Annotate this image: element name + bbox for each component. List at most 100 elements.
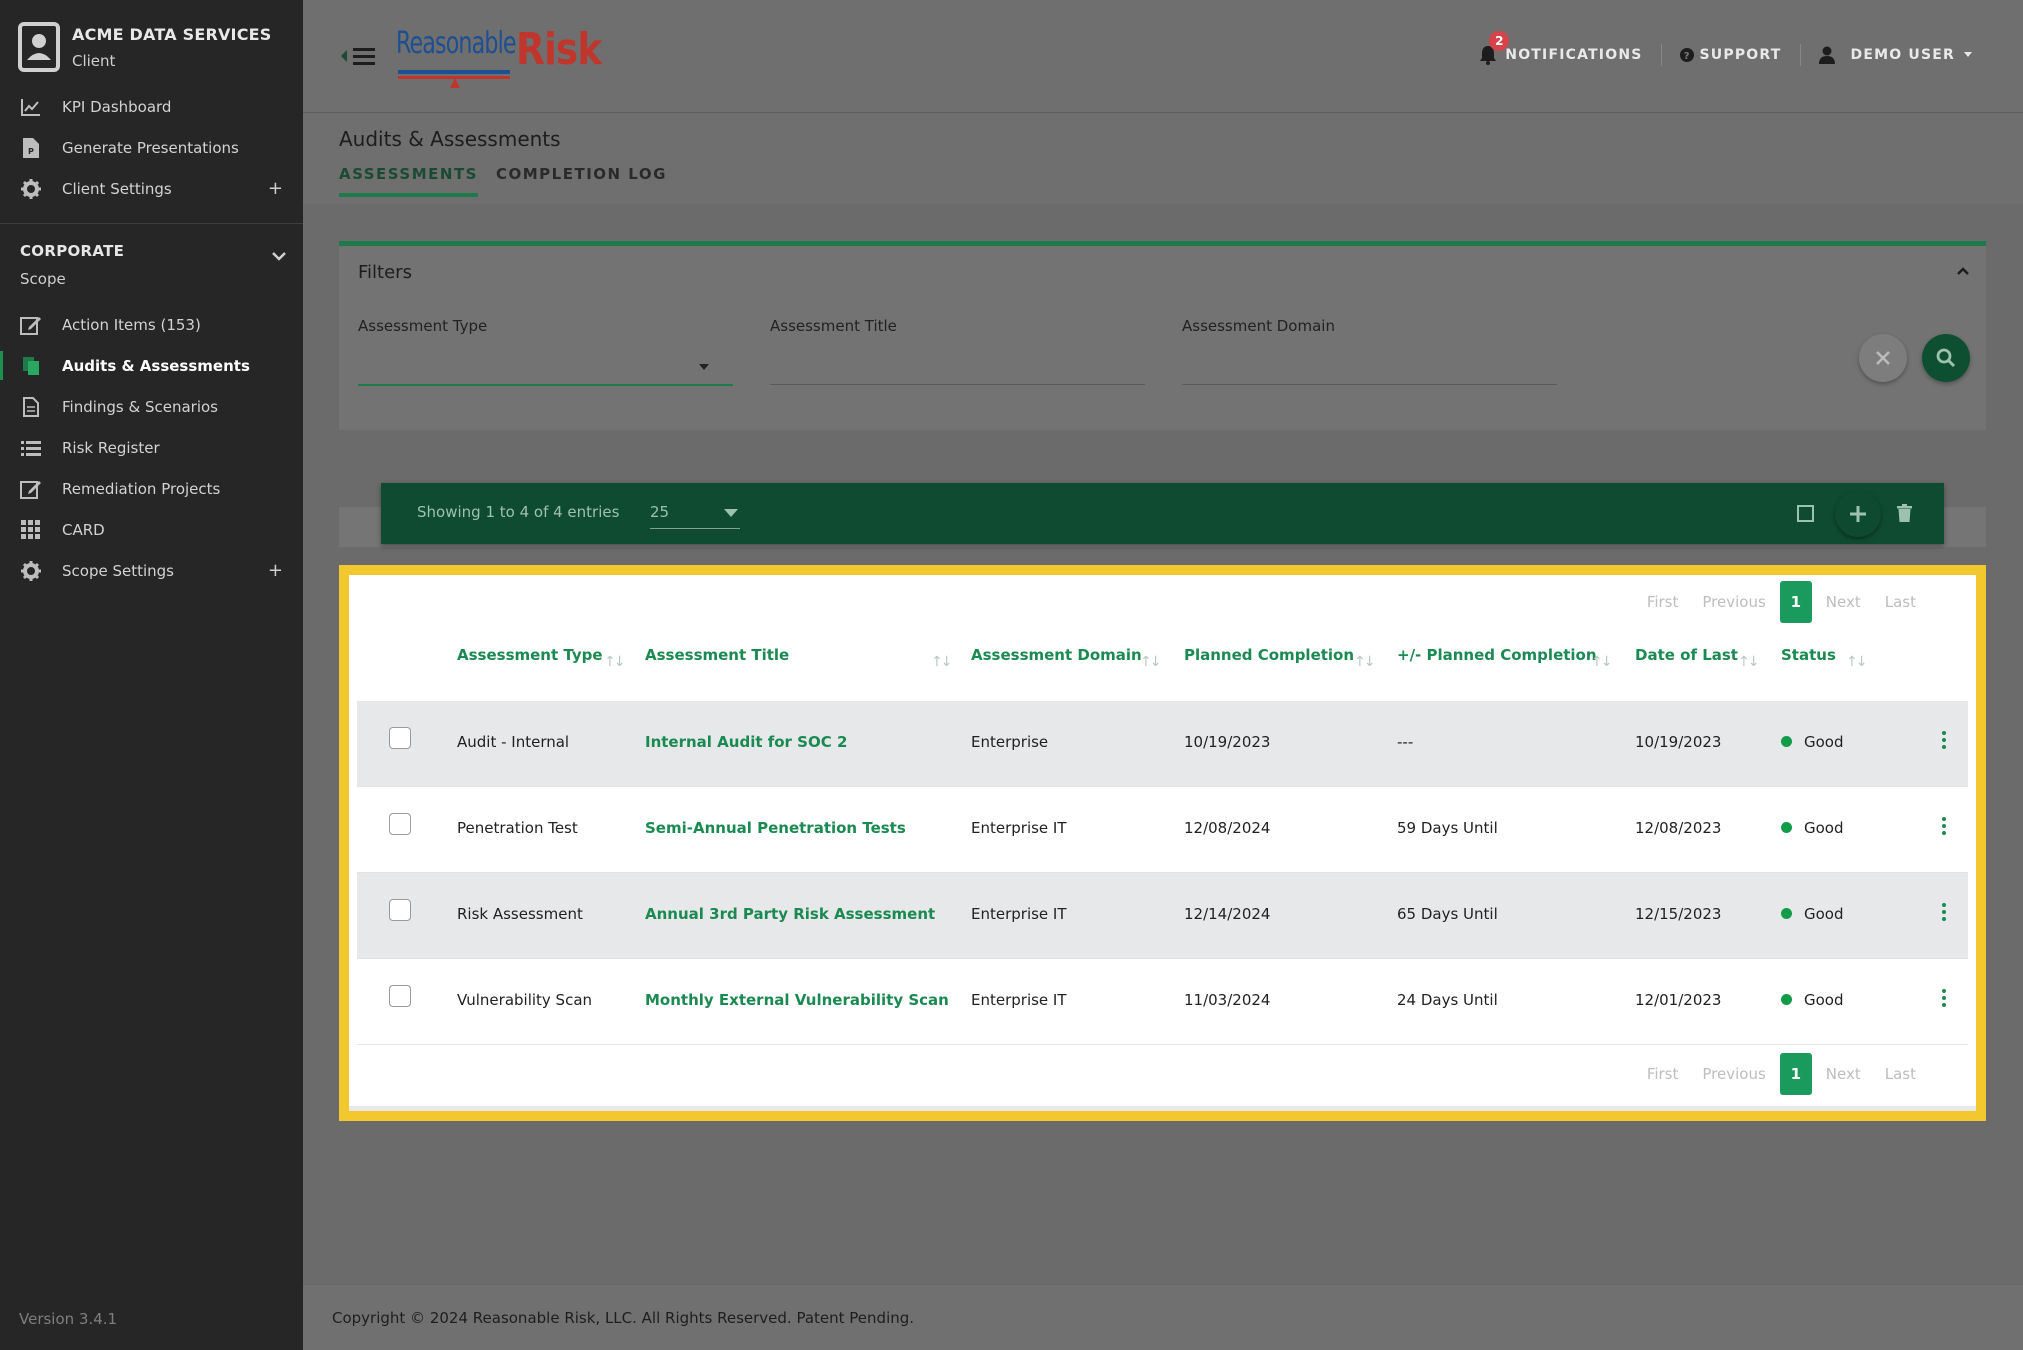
cell-assessment-domain: Enterprise <box>971 733 1049 751</box>
expand-plus-icon[interactable]: + <box>268 178 283 199</box>
sidebar-item-client-settings[interactable]: Client Settings + <box>0 168 303 209</box>
row-actions-menu-icon[interactable] <box>1942 817 1948 838</box>
cell-planned-delta: 65 Days Until <box>1397 905 1498 923</box>
select-all-checkbox-icon[interactable] <box>1797 505 1814 522</box>
column-header-assessment-title[interactable]: Assessment Title <box>645 646 789 664</box>
column-header-assessment-type[interactable]: Assessment Type <box>457 646 603 664</box>
sort-icon[interactable]: ↑↓ <box>1591 654 1613 670</box>
cell-date-of-last: 12/08/2023 <box>1635 819 1722 837</box>
column-header-status[interactable]: Status <box>1781 646 1836 664</box>
pagination-current-page[interactable]: 1 <box>1779 1053 1812 1095</box>
cell-planned-delta: 59 Days Until <box>1397 819 1498 837</box>
sidebar-item-audits-assessments[interactable]: Audits & Assessments <box>0 345 303 386</box>
per-page-select[interactable]: 25 <box>650 497 740 529</box>
pagination-last[interactable]: Last <box>1885 593 1916 611</box>
pagination-bottom: First Previous 1 Next Last <box>1623 1053 1916 1095</box>
user-menu-button[interactable]: DEMO USER <box>1818 46 1974 64</box>
pagination-previous[interactable]: Previous <box>1702 593 1765 611</box>
table-row[interactable]: Risk Assessment Annual 3rd Party Risk As… <box>357 873 1968 958</box>
row-checkbox[interactable] <box>389 985 411 1007</box>
assessment-type-select[interactable]: Assessment Type <box>358 316 733 386</box>
main-content: Filters Assessment Type Assessment Title… <box>303 204 2023 1284</box>
header-separator <box>1660 44 1662 66</box>
row-checkbox[interactable] <box>389 813 411 835</box>
pagination-first[interactable]: First <box>1647 1065 1679 1083</box>
chevron-down-icon[interactable] <box>271 250 287 262</box>
sort-icon[interactable]: ↑↓ <box>604 654 626 670</box>
clear-filters-button[interactable] <box>1859 334 1907 382</box>
pagination-current-page[interactable]: 1 <box>1779 581 1812 623</box>
tab-completion-log[interactable]: COMPLETION LOG <box>496 165 667 197</box>
pagination-first[interactable]: First <box>1647 593 1679 611</box>
column-header-assessment-domain[interactable]: Assessment Domain <box>971 646 1142 664</box>
sidebar-item-action-items[interactable]: Action Items (153) <box>0 304 303 345</box>
sidebar-toggle-button[interactable] <box>339 44 381 68</box>
sidebar-item-findings-scenarios[interactable]: Findings & Scenarios <box>0 386 303 427</box>
page-title: Audits & Assessments <box>339 127 561 151</box>
row-actions-menu-icon[interactable] <box>1942 903 1948 924</box>
table-row[interactable]: Penetration Test Semi-Annual Penetration… <box>357 787 1968 872</box>
cell-planned-delta: --- <box>1397 733 1414 751</box>
reasonable-risk-logo[interactable]: Reasonable Risk <box>396 24 616 88</box>
logo-triangle <box>450 78 460 88</box>
assessment-title-link[interactable]: Annual 3rd Party Risk Assessment <box>645 905 935 923</box>
column-header-planned-completion-delta[interactable]: +/- Planned Completion <box>1397 646 1597 664</box>
column-header-planned-completion[interactable]: Planned Completion <box>1184 646 1354 664</box>
pagination-previous[interactable]: Previous <box>1702 1065 1765 1083</box>
sort-icon[interactable]: ↑↓ <box>1354 654 1376 670</box>
sidebar-item-kpi-dashboard[interactable]: KPI Dashboard <box>0 86 303 127</box>
logo-text-risk: Risk <box>516 24 602 75</box>
sort-icon[interactable]: ↑↓ <box>1140 654 1162 670</box>
column-header-date-of-last[interactable]: Date of Last <box>1635 646 1738 664</box>
row-checkbox[interactable] <box>389 727 411 749</box>
chevron-up-icon[interactable] <box>1956 266 1970 276</box>
sort-icon[interactable]: ↑↓ <box>1846 654 1868 670</box>
table-row[interactable]: Audit - Internal Internal Audit for SOC … <box>357 701 1968 786</box>
cell-date-of-last: 12/15/2023 <box>1635 905 1722 923</box>
sidebar-item-card[interactable]: CARD <box>0 509 303 550</box>
assessment-title-link[interactable]: Internal Audit for SOC 2 <box>645 733 847 751</box>
grid-icon <box>20 519 42 541</box>
sidebar-item-remediation-projects[interactable]: Remediation Projects <box>0 468 303 509</box>
add-assessment-button[interactable] <box>1835 491 1881 537</box>
sidebar-item-label: Findings & Scenarios <box>62 397 218 416</box>
support-button[interactable]: ? SUPPORT <box>1679 47 1782 63</box>
table-row[interactable]: Vulnerability Scan Monthly External Vuln… <box>357 959 1968 1044</box>
sidebar-item-risk-register[interactable]: Risk Register <box>0 427 303 468</box>
client-sub: Client <box>72 51 116 70</box>
assessment-title-link[interactable]: Semi-Annual Penetration Tests <box>645 819 906 837</box>
expand-plus-icon[interactable]: + <box>268 560 283 581</box>
assessment-domain-input[interactable]: Assessment Domain <box>1182 316 1557 385</box>
filters-title: Filters <box>358 262 412 283</box>
search-icon <box>1936 348 1956 368</box>
search-button[interactable] <box>1922 334 1970 382</box>
plus-icon <box>1850 506 1866 522</box>
document-icon <box>20 396 42 418</box>
row-actions-menu-icon[interactable] <box>1942 989 1948 1010</box>
notifications-button[interactable]: 2 NOTIFICATIONS <box>1479 31 1642 65</box>
hamburger-icon <box>353 48 375 65</box>
pagination-next[interactable]: Next <box>1826 1065 1861 1083</box>
copyright-text: Copyright © 2024 Reasonable Risk, LLC. A… <box>332 1309 915 1327</box>
sort-icon[interactable]: ↑↓ <box>1738 654 1760 670</box>
tab-assessments[interactable]: ASSESSMENTS <box>339 165 478 197</box>
pagination-last[interactable]: Last <box>1885 1065 1916 1083</box>
sidebar-item-generate-presentations[interactable]: P Generate Presentations <box>0 127 303 168</box>
page-tabs: ASSESSMENTS COMPLETION LOG <box>339 165 685 197</box>
client-selector[interactable]: ACME DATA SERVICES Client <box>0 0 303 86</box>
pagination-next[interactable]: Next <box>1826 593 1861 611</box>
pagination-top: First Previous 1 Next Last <box>1623 581 1916 623</box>
cell-date-of-last: 10/19/2023 <box>1635 733 1722 751</box>
column-label: Assessment Title <box>645 646 790 664</box>
per-page-value: 25 <box>650 503 670 521</box>
scope-selector[interactable]: CORPORATE Scope <box>0 238 303 304</box>
trash-icon[interactable] <box>1897 504 1912 522</box>
cell-status: Good <box>1781 733 1844 751</box>
user-icon <box>1818 46 1835 64</box>
assessment-title-input[interactable]: Assessment Title <box>770 316 1145 385</box>
row-checkbox[interactable] <box>389 899 411 921</box>
sidebar-item-scope-settings[interactable]: Scope Settings + <box>0 550 303 591</box>
sort-icon[interactable]: ↑↓ <box>931 654 953 670</box>
row-actions-menu-icon[interactable] <box>1942 731 1948 752</box>
assessment-title-link[interactable]: Monthly External Vulnerability Scan <box>645 991 949 1009</box>
